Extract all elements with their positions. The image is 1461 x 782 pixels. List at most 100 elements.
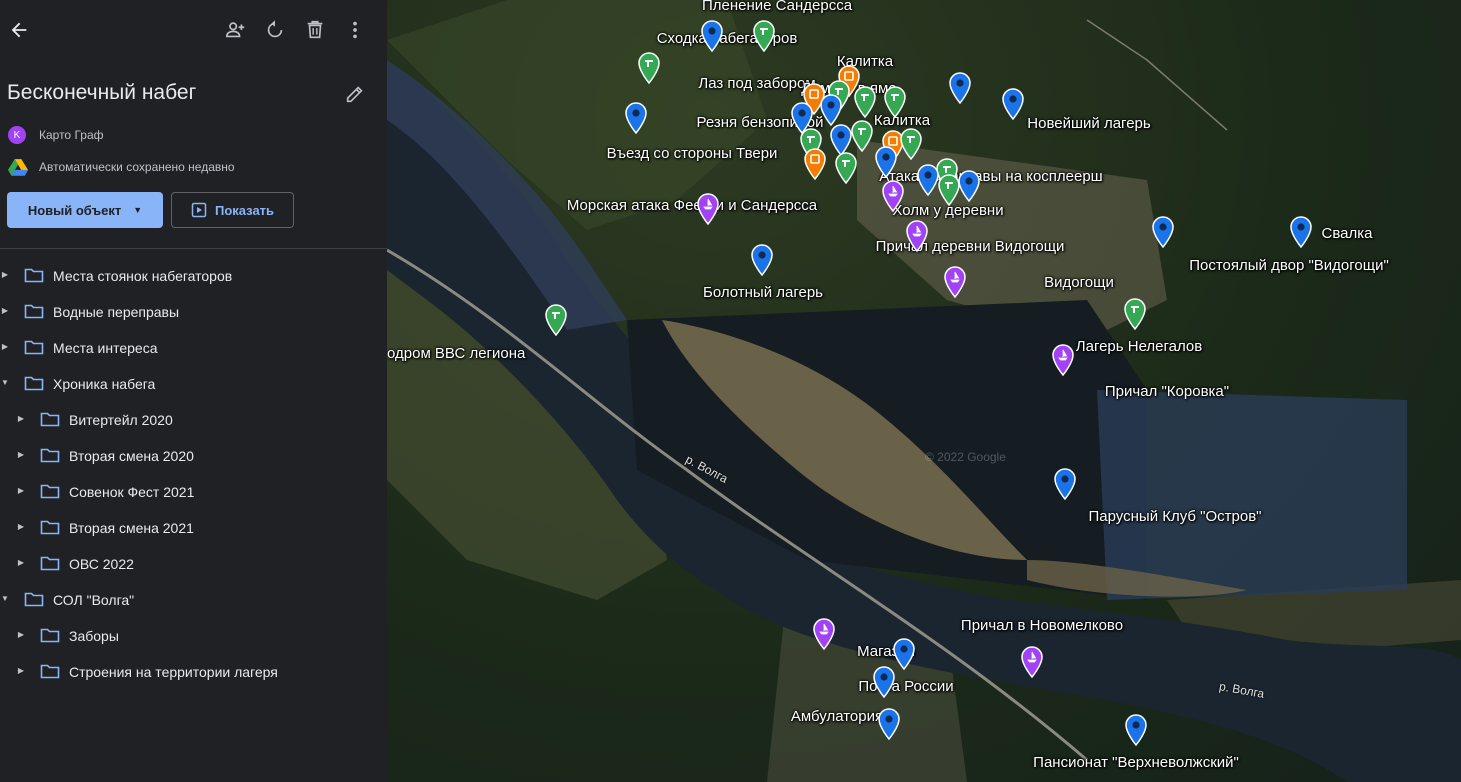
collapse-arrow-icon[interactable]: ▼: [0, 378, 10, 388]
expand-arrow-icon[interactable]: ▶: [16, 666, 26, 676]
expand-arrow-icon[interactable]: ▶: [16, 450, 26, 460]
blue-map-pin-icon[interactable]: [1124, 714, 1148, 746]
purple-map-pin-icon[interactable]: [943, 266, 967, 298]
folder-icon: [24, 303, 44, 319]
blue-map-pin-icon[interactable]: [877, 708, 901, 740]
map-title[interactable]: Бесконечный набег: [7, 81, 196, 105]
purple-map-pin-icon[interactable]: [1051, 344, 1075, 376]
tree-item[interactable]: ▶ Строения на территории лагеря: [0, 653, 387, 689]
folder-icon: [24, 267, 44, 283]
map-place-label[interactable]: Видогощи: [1044, 274, 1114, 291]
map-place-label[interactable]: Амбулатория: [791, 708, 883, 725]
google-drive-icon: [8, 159, 28, 176]
tree-item[interactable]: ▶ Вторая смена 2021: [0, 509, 387, 545]
satellite-map[interactable]: р. Волга р. Волга © 2022 Google Пленение…: [387, 0, 1461, 782]
refresh-icon: [267, 20, 283, 38]
map-place-label[interactable]: Свалка: [1322, 225, 1373, 242]
tree-item[interactable]: ▶ Витертейл 2020: [0, 401, 387, 437]
expand-arrow-icon[interactable]: ▶: [0, 342, 10, 352]
avatar: K: [8, 126, 26, 144]
map-place-label[interactable]: Въезд со стороны Твери: [607, 145, 778, 162]
green-map-pin-icon[interactable]: [850, 120, 874, 152]
map-place-label[interactable]: Постоялый двор "Видогощи": [1189, 257, 1389, 274]
map-place-label[interactable]: Парусный Клуб "Остров": [1089, 508, 1262, 525]
blue-map-pin-icon[interactable]: [1289, 216, 1313, 248]
green-map-pin-icon[interactable]: [899, 128, 923, 160]
green-map-pin-icon[interactable]: [883, 86, 907, 118]
expand-arrow-icon[interactable]: ▶: [16, 558, 26, 568]
edit-title-button[interactable]: [339, 78, 371, 110]
tree-item-label: Хроника набега: [53, 376, 156, 392]
map-place-label[interactable]: Причал в Новомелково: [961, 617, 1123, 634]
green-map-pin-icon[interactable]: [752, 20, 776, 52]
map-place-label[interactable]: Причал деревни Видогощи: [876, 238, 1065, 255]
map-place-label[interactable]: Морская атака Феечки и Сандерсса: [567, 197, 817, 214]
collapse-arrow-icon[interactable]: ▼: [0, 594, 10, 604]
blue-map-pin-icon[interactable]: [750, 244, 774, 276]
more-options-button[interactable]: [339, 14, 371, 46]
map-place-label[interactable]: Пансионат "Верхневолжский": [1033, 754, 1239, 771]
map-place-label[interactable]: Болотный лагерь: [703, 284, 823, 301]
map-place-label[interactable]: Лаз под забором: [698, 75, 815, 92]
blue-map-pin-icon[interactable]: [1053, 468, 1077, 500]
folder-icon: [40, 483, 60, 499]
green-map-pin-icon[interactable]: [544, 304, 568, 336]
folder-icon: [24, 591, 44, 607]
green-map-pin-icon[interactable]: [1123, 298, 1147, 330]
blue-map-pin-icon[interactable]: [874, 146, 898, 178]
delete-button[interactable]: [299, 14, 331, 46]
map-place-label[interactable]: одром ВВС легиона: [387, 345, 525, 362]
purple-map-pin-icon[interactable]: [812, 618, 836, 650]
undo-button[interactable]: [259, 14, 291, 46]
expand-arrow-icon[interactable]: ▶: [16, 522, 26, 532]
owner-name: Карто Граф: [39, 128, 104, 142]
present-icon: [191, 202, 207, 218]
tree-item[interactable]: ▼ Хроника набега: [0, 365, 387, 401]
tree-item[interactable]: ▶ Совенок Фест 2021: [0, 473, 387, 509]
blue-map-pin-icon[interactable]: [624, 102, 648, 134]
blue-map-pin-icon[interactable]: [1001, 88, 1025, 120]
green-map-pin-icon[interactable]: [834, 152, 858, 184]
green-map-pin-icon[interactable]: [937, 174, 961, 206]
purple-map-pin-icon[interactable]: [1020, 646, 1044, 678]
expand-arrow-icon[interactable]: ▶: [0, 270, 10, 280]
tree-item-label: Вторая смена 2020: [69, 448, 194, 464]
expand-arrow-icon[interactable]: ▶: [16, 630, 26, 640]
tree-item[interactable]: ▶ Вторая смена 2020: [0, 437, 387, 473]
map-place-label[interactable]: Лагерь Нелегалов: [1076, 338, 1202, 355]
tree-item[interactable]: ▶ Места интереса: [0, 329, 387, 365]
purple-map-pin-icon[interactable]: [881, 180, 905, 212]
green-map-pin-icon[interactable]: [853, 86, 877, 118]
blue-map-pin-icon[interactable]: [948, 72, 972, 104]
new-object-button[interactable]: Новый объект ▼: [7, 192, 163, 228]
orange-map-pin-icon[interactable]: [803, 148, 827, 180]
map-place-label[interactable]: Новейший лагерь: [1027, 115, 1150, 132]
blue-map-pin-icon[interactable]: [1151, 216, 1175, 248]
tree-item[interactable]: ▶ Водные переправы: [0, 293, 387, 329]
save-status: Автоматически сохранено недавно: [39, 160, 235, 174]
share-button[interactable]: [219, 14, 251, 46]
tree-item-label: Заборы: [69, 628, 119, 644]
blue-map-pin-icon[interactable]: [872, 666, 896, 698]
new-object-label: Новый объект: [27, 202, 122, 218]
expand-arrow-icon[interactable]: ▶: [0, 306, 10, 316]
tree-item[interactable]: ▶ ОВС 2022: [0, 545, 387, 581]
expand-arrow-icon[interactable]: ▶: [16, 414, 26, 424]
back-button[interactable]: [3, 14, 35, 46]
tree-item[interactable]: ▶ Места стоянок набегаторов: [0, 257, 387, 293]
purple-map-pin-icon[interactable]: [696, 193, 720, 225]
layer-tree: ▶ Места стоянок набегаторов ▶ Водные перепр…: [0, 257, 387, 689]
green-map-pin-icon[interactable]: [637, 52, 661, 84]
map-place-label[interactable]: Атака Балаклавы на косплеерш: [879, 168, 1102, 185]
map-place-label[interactable]: Сходка набегаторов: [657, 30, 798, 47]
purple-map-pin-icon[interactable]: [905, 220, 929, 252]
expand-arrow-icon[interactable]: ▶: [16, 486, 26, 496]
tree-item[interactable]: ▶ Заборы: [0, 617, 387, 653]
tree-item[interactable]: ▼ СОЛ "Волга": [0, 581, 387, 617]
map-place-label[interactable]: Причал "Коровка": [1105, 383, 1229, 400]
show-button[interactable]: Показать: [171, 192, 294, 228]
show-label: Показать: [214, 202, 275, 218]
blue-map-pin-icon[interactable]: [819, 94, 843, 126]
map-place-label[interactable]: Пленение Сандерсса: [702, 0, 852, 14]
blue-map-pin-icon[interactable]: [700, 20, 724, 52]
